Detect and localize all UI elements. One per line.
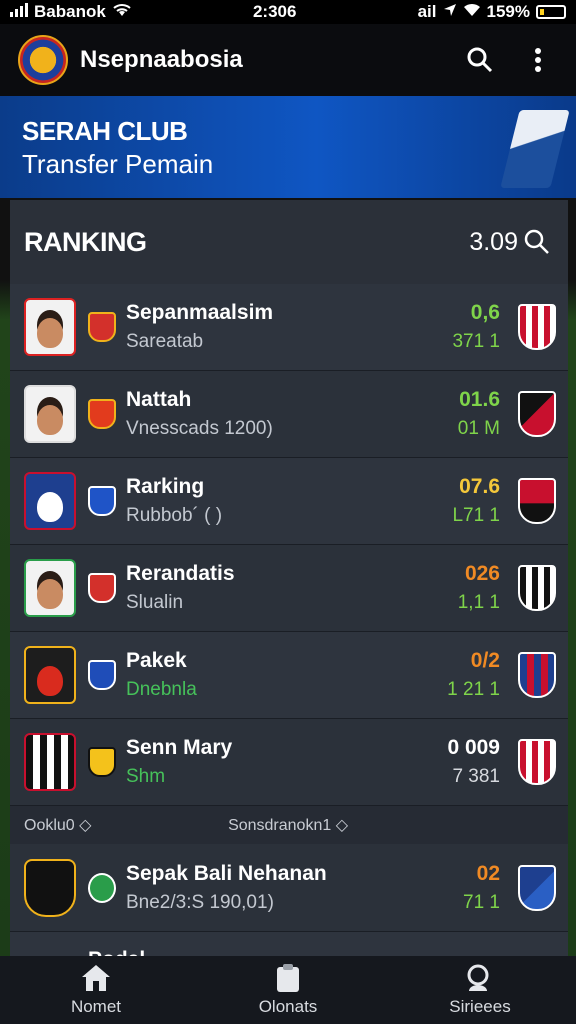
bottom-navigation: Nomet Olonats Sirieees: [0, 956, 576, 1024]
stat-primary: 0 009: [447, 736, 500, 759]
nav-clipboard[interactable]: Olonats: [218, 963, 358, 1017]
player-detail: Sareatab: [126, 331, 204, 352]
search-icon: [467, 47, 493, 73]
player-detail: Shm: [126, 766, 166, 787]
app-title: Nsepnaabosia: [80, 46, 243, 73]
player-avatar: [24, 472, 76, 530]
nav-search-label: Sirieees: [449, 997, 511, 1016]
status-bar: Babanok 2:306 ail 159%: [0, 0, 576, 24]
player-detail: Vnesscads 1200): [126, 418, 273, 439]
stat-primary: 07.6: [459, 475, 500, 498]
club-crest-icon: [518, 565, 556, 611]
club-crest-icon: [518, 864, 556, 911]
stat-secondary: 1 21 1: [447, 679, 500, 700]
signal-label: ail: [417, 2, 437, 21]
banner-title: SERAH CLUB: [22, 116, 188, 146]
stat-secondary: 71 1: [463, 891, 500, 913]
ranking-panel: RANKING 3.09 Sepanmaalsim Sareatab 0,6 3…: [10, 200, 568, 960]
player-avatar: [24, 733, 76, 791]
stat-primary: 0,6: [470, 301, 500, 324]
player-name: Rarking: [126, 475, 205, 498]
carrier-label: Babanok: [34, 2, 106, 21]
club-crest-icon: [518, 739, 556, 785]
nav-home-label: Nomet: [70, 997, 122, 1016]
search-icon: [524, 229, 549, 254]
stat-primary: 026: [464, 562, 500, 585]
club-crest-icon: [518, 391, 556, 437]
club-badge-icon: [88, 399, 116, 429]
banner-subtitle: Transfer Pemain: [22, 149, 214, 179]
player-name: Senn Mary: [126, 736, 233, 759]
ranking-header: RANKING 3.09: [10, 200, 568, 284]
featured-detail: Bne2/3:S 190,01): [126, 891, 274, 913]
list-item[interactable]: Senn Mary Shm 0 009 7 381: [10, 719, 568, 806]
battery-percent: 159%: [486, 2, 530, 21]
player-detail: Slualin: [126, 592, 184, 613]
player-name: Sepanmaalsim: [126, 301, 274, 324]
clipboard-icon: [271, 963, 305, 993]
stat-secondary: 01 M: [457, 418, 500, 439]
nav-search[interactable]: Sirieees: [410, 963, 550, 1017]
player-avatar: [24, 559, 76, 617]
featured-name: Sepak Bali Nehanan: [126, 861, 327, 885]
clock: 2:306: [252, 2, 297, 21]
club-crest-icon: [518, 304, 556, 350]
ranking-value: 3.09: [469, 227, 518, 256]
player-name: Rerandatis: [126, 562, 235, 585]
search-button[interactable]: [460, 40, 500, 80]
stat-primary: 02: [476, 861, 500, 885]
ranking-title: RANKING: [24, 226, 147, 257]
search-icon: [463, 963, 497, 993]
section-divider: Ooklu0 ◇ Sonsdranokn1 ◇: [10, 806, 568, 844]
nav-clipboard-label: Olonats: [258, 997, 318, 1016]
club-crest-icon: [518, 652, 556, 698]
club-badge-icon: [88, 312, 116, 342]
list-item[interactable]: Sepanmaalsim Sareatab 0,6 371 1: [10, 284, 568, 371]
player-avatar: [24, 385, 76, 443]
club-badge-icon: [88, 486, 116, 516]
stat-secondary: 7 381: [452, 766, 500, 787]
featured-item[interactable]: Sepak Bali Nehanan Bne2/3:S 190,01) 02 7…: [10, 844, 568, 932]
club-badge-icon: [88, 747, 116, 777]
list-item[interactable]: Rerandatis Slualin 026 1,1 1: [10, 545, 568, 632]
ranking-meta[interactable]: 3.09: [469, 228, 550, 257]
stat-secondary: 1,1 1: [457, 592, 500, 613]
battery-icon: [535, 5, 566, 19]
club-badge-icon: [88, 660, 116, 690]
location-icon: [443, 2, 457, 22]
player-avatar: [24, 646, 76, 704]
app-logo: [18, 35, 68, 85]
section-label-right[interactable]: Sonsdranokn1 ◇: [228, 815, 348, 835]
ranking-list: Sepanmaalsim Sareatab 0,6 371 1 Nattah V…: [10, 284, 568, 806]
wifi-icon: [463, 2, 481, 22]
list-item[interactable]: Pakek Dnebnla 0/2 1 21 1: [10, 632, 568, 719]
club-badge-icon: [88, 872, 116, 903]
player-detail: Rubbob´ ( ): [126, 505, 223, 526]
club-crest-icon: [518, 478, 556, 524]
transfer-banner[interactable]: SERAH CLUB Transfer Pemain: [0, 96, 576, 198]
club-logo: [24, 858, 76, 917]
stat-secondary: L71 1: [452, 505, 500, 526]
signal-bars-icon: [10, 2, 28, 22]
wifi-icon: [112, 2, 132, 22]
player-name: Nattah: [126, 388, 192, 411]
player-name: Pakek: [126, 649, 187, 672]
stat-primary: 0/2: [470, 649, 500, 672]
app-bar: Nsepnaabosia: [0, 24, 576, 96]
list-item[interactable]: Nattah Vnesscads 1200) 01.6 01 M: [10, 371, 568, 458]
club-badge-icon: [88, 573, 116, 603]
list-item[interactable]: Rarking Rubbob´ ( ) 07.6 L71 1: [10, 458, 568, 545]
player-avatar: [24, 298, 76, 356]
more-vertical-icon: [535, 48, 541, 72]
stat-primary: 01.6: [459, 388, 500, 411]
home-icon: [79, 963, 113, 993]
stat-secondary: 371 1: [452, 331, 500, 352]
nav-home[interactable]: Nomet: [26, 963, 166, 1017]
section-label-left[interactable]: Ooklu0 ◇: [24, 815, 91, 835]
more-options-button[interactable]: [518, 40, 558, 80]
player-detail: Dnebnla: [126, 679, 197, 700]
